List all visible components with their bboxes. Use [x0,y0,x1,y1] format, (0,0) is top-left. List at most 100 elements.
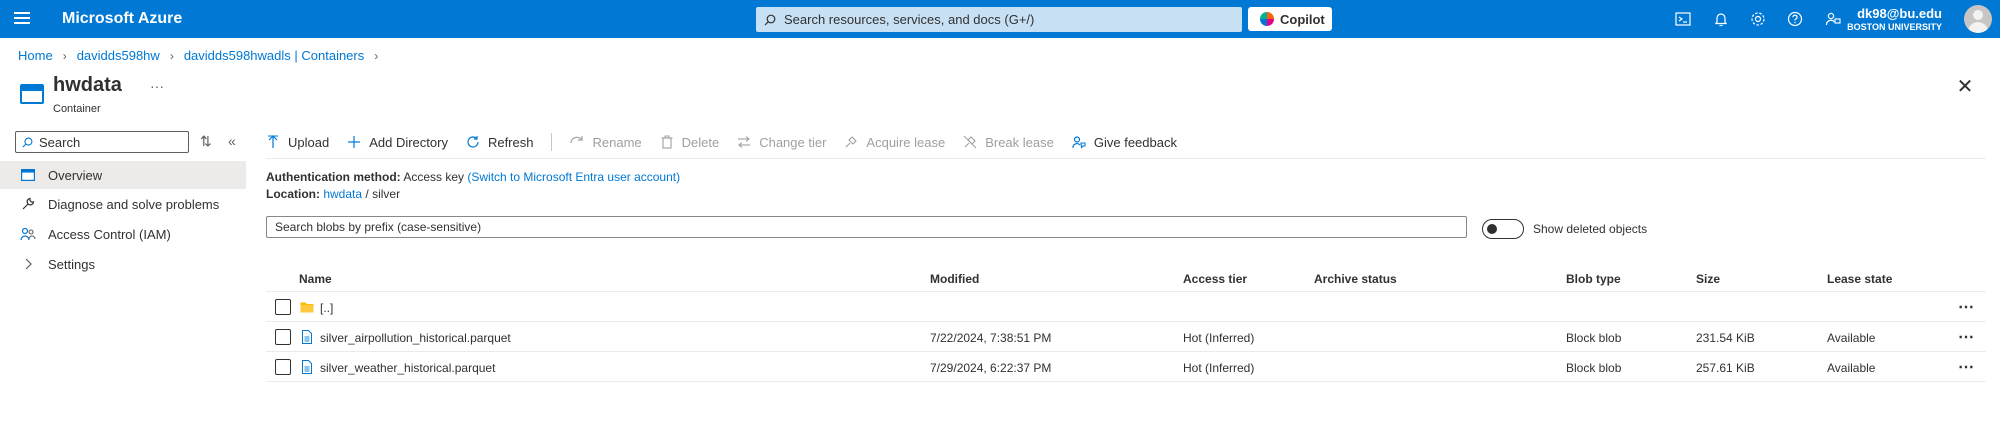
notifications-icon[interactable] [1712,10,1730,28]
column-header-size[interactable]: Size [1696,272,1720,286]
nav-search-input[interactable]: Search [15,131,189,153]
location-container-link[interactable]: hwdata [323,187,362,201]
chevron-right-icon: › [62,48,67,63]
add-directory-button[interactable]: Add Directory [347,135,448,150]
collapse-menu-icon[interactable]: « [228,133,236,149]
auth-method-label: Authentication method: [266,170,401,184]
nav-item-label: Diagnose and solve problems [48,196,220,212]
nav-item-settings[interactable]: Settings [0,250,246,278]
row-name-link[interactable]: silver_airpollution_historical.parquet [320,331,511,345]
help-icon[interactable] [1786,10,1804,28]
row-size: 231.54 KiB [1696,331,1755,345]
row-checkbox[interactable] [275,299,291,315]
row-checkbox[interactable] [275,329,291,345]
location-folder: silver [372,187,401,201]
swap-arrows-icon [737,135,751,149]
nav-item-label: Overview [48,167,103,183]
rename-icon [570,135,584,149]
people-icon [20,226,36,242]
blob-prefix-placeholder: Search blobs by prefix (case-sensitive) [275,220,482,234]
row-more-icon[interactable]: ⋯ [1958,327,1975,347]
breadcrumb-home[interactable]: Home [18,48,53,63]
break-lease-button[interactable]: Break lease [963,135,1054,150]
avatar[interactable] [1964,5,1992,33]
global-search-placeholder: Search resources, services, and docs (G+… [784,12,1035,27]
brand-title[interactable]: Microsoft Azure [62,10,182,28]
nav-item-overview[interactable]: Overview [0,161,246,189]
table-header: Name Modified Access tier Archive status… [266,266,1986,292]
account-menu[interactable]: dk98@bu.edu BOSTON UNIVERSITY [1847,6,1942,32]
toolbar-divider [551,133,553,151]
table-row[interactable]: [..] ⋯ [266,292,1986,322]
row-checkbox[interactable] [275,359,291,375]
cloud-shell-icon[interactable] [1674,10,1692,28]
close-icon[interactable]: ✕ [1955,77,1975,98]
table-row[interactable]: silver_airpollution_historical.parquet 7… [266,322,1986,352]
rename-button[interactable]: Rename [570,134,642,150]
page-title: hwdata [53,74,122,96]
row-access-tier: Hot (Inferred) [1183,361,1255,375]
switch-auth-link[interactable]: (Switch to Microsoft Entra user account) [467,170,680,184]
refresh-label: Refresh [487,134,534,150]
location-label: Location: [266,187,320,201]
file-icon [302,360,312,374]
copilot-label: Copilot [1280,11,1325,27]
global-search-input[interactable]: Search resources, services, and docs (G+… [756,7,1242,32]
breadcrumb-storage-account[interactable]: davidds598hw [77,48,160,63]
location-separator: / [365,187,369,201]
column-header-blob-type[interactable]: Blob type [1566,272,1621,286]
search-icon [764,14,776,25]
acquire-lease-label: Acquire lease [866,134,946,150]
command-bar: Upload Add Directory Refresh Rename Dele… [266,131,1195,153]
break-lease-icon [963,135,977,149]
breadcrumb-containers[interactable]: davidds598hwadls | Containers [184,48,364,63]
row-more-icon[interactable]: ⋯ [1958,297,1975,317]
expand-collapse-icon[interactable]: ⇅ [200,133,212,150]
chevron-right-icon: › [169,48,174,63]
auth-method-value: Access key [403,170,465,184]
delete-button[interactable]: Delete [660,135,719,150]
wrench-icon [20,196,36,212]
break-lease-label: Break lease [985,134,1054,150]
give-feedback-button[interactable]: Give feedback [1072,135,1177,150]
settings-icon[interactable] [1749,10,1767,28]
location-line: Location: hwdata / silver [266,187,400,201]
table-row[interactable]: silver_weather_historical.parquet 7/29/2… [266,352,1986,382]
folder-icon [300,302,314,313]
column-header-access-tier[interactable]: Access tier [1183,272,1247,286]
row-name-link[interactable]: silver_weather_historical.parquet [320,361,495,375]
row-name-link[interactable]: [..] [320,301,333,315]
more-options-icon[interactable]: ··· [150,78,164,94]
column-header-name[interactable]: Name [299,272,332,286]
blob-prefix-search-input[interactable]: Search blobs by prefix (case-sensitive) [266,216,1467,238]
column-header-modified[interactable]: Modified [930,272,979,286]
show-deleted-toggle[interactable] [1482,219,1524,239]
row-modified: 7/22/2024, 7:38:51 PM [930,331,1052,345]
menu-icon[interactable] [14,12,30,24]
row-more-icon[interactable]: ⋯ [1958,357,1975,377]
add-directory-label: Add Directory [369,134,448,150]
chevron-right-icon: › [374,48,379,63]
column-header-lease-state[interactable]: Lease state [1827,272,1892,286]
give-feedback-label: Give feedback [1093,134,1177,150]
auth-method-line: Authentication method: Access key (Switc… [266,170,680,184]
file-icon [302,330,312,344]
feedback-icon [1072,135,1086,149]
refresh-button[interactable]: Refresh [466,134,534,150]
change-tier-label: Change tier [759,134,827,150]
upload-label: Upload [288,134,330,150]
upload-button[interactable]: Upload [266,135,329,150]
change-tier-button[interactable]: Change tier [737,135,826,150]
nav-item-diagnose[interactable]: Diagnose and solve problems [0,190,246,218]
column-header-archive-status[interactable]: Archive status [1314,272,1397,286]
page-subtitle: Container [53,103,101,115]
acquire-lease-button[interactable]: Acquire lease [844,135,945,150]
nav-item-iam[interactable]: Access Control (IAM) [0,220,246,248]
search-icon [22,137,33,147]
rename-label: Rename [592,134,642,150]
feedback-icon[interactable] [1824,10,1842,28]
copilot-button[interactable]: Copilot [1248,7,1332,31]
row-lease-state: Available [1827,331,1876,345]
top-bar: Microsoft Azure Search resources, servic… [0,0,2000,38]
nav-item-label: Access Control (IAM) [48,226,171,242]
